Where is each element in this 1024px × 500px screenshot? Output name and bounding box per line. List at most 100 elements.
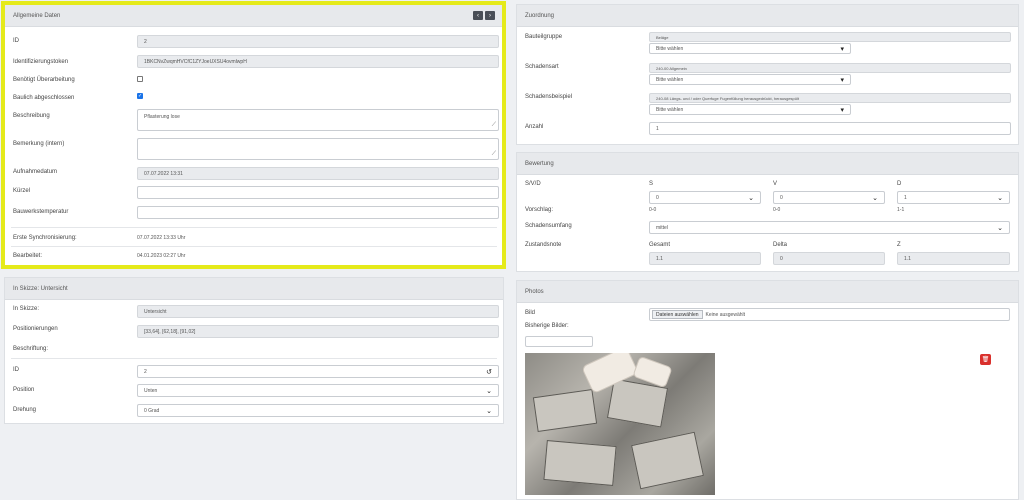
schadensart-select[interactable]: Bitte wählen ▾ <box>649 74 851 85</box>
delta-label: Delta <box>773 242 788 248</box>
z-label: Z <box>897 242 901 248</box>
positionierungen-field: [33,64], [62,18], [91,02] <box>137 325 499 338</box>
bewertung-panel: Bewertung S/V/D S V D 0 ⌄ 0 ⌄ 1 ⌄ Vorschlag… <box>516 152 1019 272</box>
caret-down-icon: ▾ <box>840 106 844 114</box>
caret-down-icon: ▾ <box>840 76 844 84</box>
vorschlag-label: Vorschlag: <box>525 207 554 213</box>
schadensart-label: Schadensart <box>525 64 559 70</box>
kuerzel-input[interactable] <box>137 186 499 199</box>
v-label: V <box>773 181 778 187</box>
gesamt-field: 1.1 <box>649 252 761 265</box>
chevron-down-icon: ⌄ <box>997 224 1003 232</box>
d-label: D <box>897 181 902 187</box>
bearbeitet-label: Bearbeitet: <box>13 253 43 259</box>
abgeschlossen-checkbox[interactable] <box>137 93 143 99</box>
temperatur-input[interactable] <box>137 206 499 219</box>
image-caption-input[interactable] <box>525 336 593 347</box>
trash-icon[interactable]: 🗑 <box>980 354 991 365</box>
bemerkung-label: Bemerkung (intern) <box>13 141 65 147</box>
sync-label: Erste Synchronisierung: <box>13 235 77 241</box>
vorschlag-s: 0-0 <box>649 207 657 213</box>
resize-handle-icon[interactable]: ⟋ <box>492 122 496 129</box>
bearbeitet-value: 04.01.2023 02:27 Uhr <box>137 253 186 259</box>
caret-down-icon: ▾ <box>840 45 844 53</box>
chevron-down-icon: ⌄ <box>486 407 492 415</box>
skizze-header: In Skizze: Untersicht <box>5 278 503 300</box>
skizze-title: In Skizze: Untersicht <box>13 285 68 292</box>
bemerkung-textarea[interactable]: ⟋ <box>137 138 499 160</box>
positionierungen-label: Positionierungen <box>13 326 58 332</box>
gesamt-label: Gesamt <box>649 242 671 248</box>
record-navigation: ‹ › <box>473 11 495 20</box>
drehung-select[interactable]: 0 Grad ⌄ <box>137 404 499 417</box>
abgeschlossen-label: Baulich abgeschlossen <box>13 95 75 101</box>
zuordnung-panel: Zuordnung Bauteilgruppe Beläge Bitte wäh… <box>516 4 1019 145</box>
schadensbeispiel-select[interactable]: Bitte wählen ▾ <box>649 104 851 115</box>
divider <box>11 358 497 359</box>
chevron-down-icon: ⌄ <box>486 387 492 395</box>
photos-header: Photos <box>517 281 1018 303</box>
photo-stone <box>543 440 617 486</box>
inskizze-field: Untersicht <box>137 305 499 318</box>
zuordnung-header: Zuordnung <box>517 5 1018 27</box>
position-label: Position <box>13 387 35 393</box>
anzahl-label: Anzahl <box>525 124 544 130</box>
ueberarbeitung-checkbox[interactable] <box>137 76 143 82</box>
schadensbeispiel-field: 240-08 Längs- und / oder Querfuge Fugenf… <box>649 93 1011 103</box>
s-select[interactable]: 0 ⌄ <box>649 191 761 204</box>
file-status: Keine ausgewählt <box>705 311 746 318</box>
chevron-down-icon: ⌄ <box>872 194 878 202</box>
chevron-down-icon: ⌄ <box>997 194 1003 202</box>
beschriftung-label: Beschriftung: <box>13 346 49 352</box>
allgemeine-daten-header: Allgemeine Daten ‹ › <box>5 5 503 27</box>
reset-icon[interactable]: ↺ <box>486 368 492 376</box>
z-field: 1.1 <box>897 252 1010 265</box>
bewertung-title: Bewertung <box>525 160 554 167</box>
allgemeine-daten-title: Allgemeine Daten <box>13 12 61 19</box>
skizze-panel: In Skizze: Untersicht In Skizze: Untersi… <box>4 277 504 424</box>
vorschlag-d: 1-1 <box>897 207 905 213</box>
id-label: ID <box>13 38 19 44</box>
token-label: Identifizierungstoken <box>13 59 69 65</box>
photo-stone <box>631 431 704 490</box>
beschreibung-textarea[interactable]: Pflasterung lose ⟋ <box>137 109 499 131</box>
damage-photo[interactable] <box>525 353 715 495</box>
schadensart-field: 240-00 Allgemein <box>649 63 1011 73</box>
kuerzel-label: Kürzel <box>13 188 31 194</box>
inskizze-label: In Skizze: <box>13 306 40 312</box>
drehung-label: Drehung <box>13 407 37 413</box>
svd-label: S/V/D <box>525 181 541 187</box>
bewertung-header: Bewertung <box>517 153 1018 175</box>
s-label: S <box>649 181 654 187</box>
zuordnung-title: Zuordnung <box>525 12 555 19</box>
aufnahme-field: 07.07.2022 13:31 <box>137 167 499 180</box>
skizze-id-input[interactable]: 2 ↺ <box>137 365 499 378</box>
allgemeine-daten-panel: Allgemeine Daten ‹ › ID 2 Identifizierun… <box>4 4 504 266</box>
id-field: 2 <box>137 35 499 48</box>
resize-handle-icon[interactable]: ⟋ <box>492 151 496 158</box>
schadensbeispiel-label: Schadensbeispiel <box>525 94 573 100</box>
previous-record-button[interactable]: ‹ <box>473 11 483 20</box>
delta-field: 0 <box>773 252 885 265</box>
photo-stone <box>532 388 598 433</box>
chevron-down-icon: ⌄ <box>748 194 754 202</box>
v-select[interactable]: 0 ⌄ <box>773 191 885 204</box>
bauteilgruppe-select[interactable]: Bitte wählen ▾ <box>649 43 851 54</box>
umfang-select[interactable]: mittel ⌄ <box>649 221 1010 234</box>
bauteilgruppe-label: Bauteilgruppe <box>525 34 563 40</box>
position-select[interactable]: Unten ⌄ <box>137 384 499 397</box>
divider <box>11 246 497 247</box>
sync-value: 07.07.2022 13:33 Uhr <box>137 235 186 241</box>
beschreibung-label: Beschreibung <box>13 113 50 119</box>
file-input[interactable]: Dateien auswählen Keine ausgewählt <box>649 308 1010 321</box>
bisherige-label: Bisherige Bilder: <box>525 323 569 329</box>
d-select[interactable]: 1 ⌄ <box>897 191 1010 204</box>
temperatur-label: Bauwerkstemperatur <box>13 209 69 215</box>
anzahl-input[interactable]: 1 <box>649 122 1011 135</box>
photos-panel: Photos Bild Dateien auswählen Keine ausg… <box>516 280 1019 500</box>
file-choose-button[interactable]: Dateien auswählen <box>652 310 703 319</box>
next-record-button[interactable]: › <box>485 11 495 20</box>
zustand-label: Zustandsnote <box>525 242 562 248</box>
divider <box>11 227 497 228</box>
umfang-label: Schadensumfang <box>525 223 572 229</box>
